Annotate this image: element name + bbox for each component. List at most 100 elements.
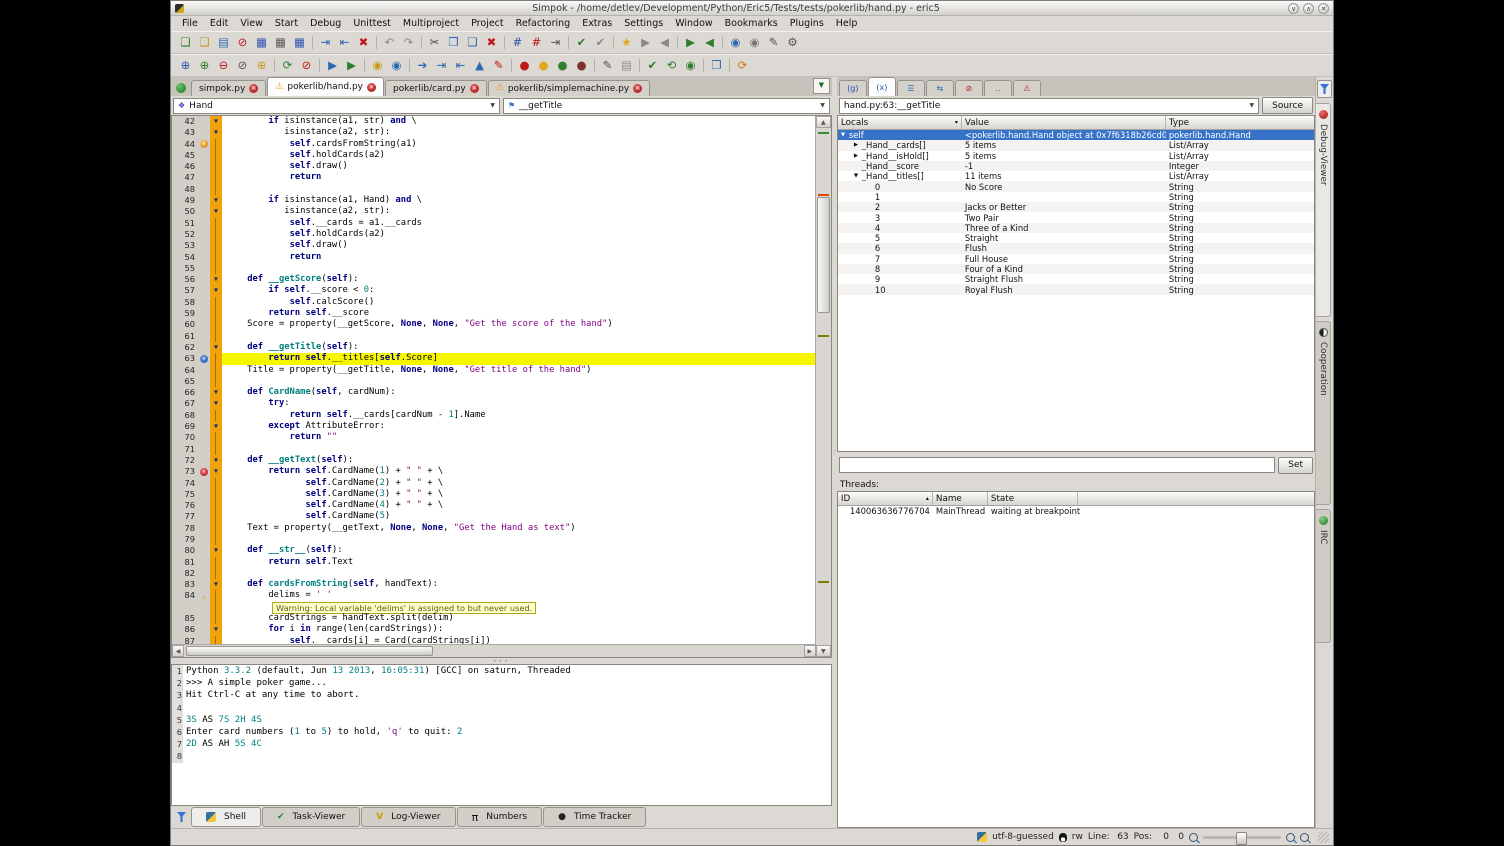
scroll-up-icon[interactable]: ▲ — [816, 116, 831, 128]
marker-margin[interactable] — [198, 500, 210, 511]
title-bar[interactable]: Simpok - /home/detlev/Development/Python… — [171, 1, 1333, 16]
fold-margin[interactable] — [210, 590, 222, 601]
marker-margin[interactable] — [198, 206, 210, 217]
menu-start[interactable]: Start — [269, 18, 304, 29]
collapse-icon[interactable]: ▼ — [841, 132, 849, 138]
breakpoint-edit-icon[interactable]: ⊕ — [252, 57, 271, 74]
fold-margin[interactable] — [210, 534, 222, 545]
uncomment-icon[interactable]: # — [527, 34, 546, 51]
zoom-in-icon[interactable] — [1286, 833, 1295, 842]
fold-margin[interactable]: ▼ — [210, 285, 222, 296]
import-icon[interactable]: ⇤ — [335, 34, 354, 51]
breakpoint-toggle-icon[interactable]: ⊕ — [176, 57, 195, 74]
menu-project[interactable]: Project — [465, 18, 510, 29]
undo-icon[interactable]: ↶ — [380, 34, 399, 51]
fold-margin[interactable] — [210, 557, 222, 568]
fold-margin[interactable] — [210, 218, 222, 229]
maximize-button[interactable]: ∧ — [1303, 3, 1314, 14]
step-out-icon[interactable]: ▲ — [470, 57, 489, 74]
fold-margin[interactable] — [210, 252, 222, 263]
fold-margin[interactable] — [210, 319, 222, 330]
type-column-header[interactable]: Type — [1166, 116, 1314, 129]
run-project-icon[interactable]: ▶ — [342, 57, 361, 74]
editor-horizontal-scrollbar[interactable]: ◀ ▶ — [172, 644, 816, 657]
fold-margin[interactable] — [210, 568, 222, 579]
scrollbar-thumb[interactable] — [817, 197, 830, 313]
locals-row[interactable]: 8Four of a KindString — [838, 264, 1314, 274]
marker-margin[interactable] — [198, 511, 210, 522]
filter-icon[interactable] — [177, 812, 186, 822]
replace-open-files-icon[interactable]: ◉ — [387, 57, 406, 74]
time-tracker-icon[interactable]: ⟳ — [733, 57, 752, 74]
goto-line-icon[interactable]: ✎ — [764, 34, 783, 51]
locals-row[interactable]: 3Two PairString — [838, 212, 1314, 222]
scroll-left-icon[interactable]: ◀ — [172, 645, 184, 657]
stack-frame-combo[interactable]: hand.py:63:__getTitle ▼ — [839, 98, 1259, 114]
save-as-icon[interactable]: ▦ — [271, 34, 290, 51]
spelling-icon[interactable]: ✔ — [572, 34, 591, 51]
fold-margin[interactable]: ▼ — [210, 466, 222, 477]
print-icon[interactable]: ▤ — [214, 34, 233, 51]
web-browser-icon[interactable]: ◉ — [681, 57, 700, 74]
marker-margin[interactable] — [198, 240, 210, 251]
locals-row[interactable]: ▼self<pokerlib.hand.Hand object at 0x7f6… — [838, 130, 1314, 140]
encoding-indicator[interactable]: utf-8-guessed — [992, 832, 1054, 842]
save-icon[interactable]: ▦ — [252, 34, 271, 51]
zoom-slider[interactable] — [1203, 836, 1281, 839]
marker-margin[interactable] — [198, 398, 210, 409]
warning-ball-icon[interactable]: ● — [534, 57, 553, 74]
marker-margin[interactable] — [198, 365, 210, 376]
editor-tab[interactable]: simpok.py✕ — [191, 80, 266, 96]
marker-margin[interactable] — [198, 342, 210, 353]
marker-margin[interactable] — [198, 421, 210, 432]
marker-margin[interactable] — [198, 274, 210, 285]
marker-margin[interactable] — [198, 218, 210, 229]
unittest-icon[interactable]: ✔ — [643, 57, 662, 74]
source-button[interactable]: Source — [1262, 97, 1313, 114]
menu-refactoring[interactable]: Refactoring — [510, 18, 577, 29]
preferences-icon[interactable]: ⚙ — [783, 34, 802, 51]
close-all-icon[interactable]: ✖ — [354, 34, 373, 51]
locals-row[interactable]: 4Three of a KindString — [838, 223, 1314, 233]
fold-margin[interactable]: ▼ — [210, 455, 222, 466]
window-layout-icon[interactable]: ❐ — [707, 57, 726, 74]
save-all-icon[interactable]: ▦ — [290, 34, 309, 51]
local-variables-tab[interactable]: (x) — [868, 77, 896, 96]
marker-margin[interactable] — [198, 624, 210, 635]
breakpoint-next-icon[interactable]: ⊕ — [195, 57, 214, 74]
locals-row[interactable]: 6FlushString — [838, 243, 1314, 253]
marker-margin[interactable] — [198, 150, 210, 161]
collapse-icon[interactable]: ▼ — [854, 173, 862, 179]
marker-margin[interactable] — [198, 285, 210, 296]
search-icon[interactable]: ◉ — [726, 34, 745, 51]
menu-window[interactable]: Window — [669, 18, 718, 29]
fold-margin[interactable] — [210, 297, 222, 308]
marker-margin[interactable] — [198, 489, 210, 500]
close-icon[interactable]: ⊘ — [233, 34, 252, 51]
scroll-down-icon[interactable]: ▼ — [816, 645, 831, 657]
bookmark-prev-icon[interactable]: ◀ — [655, 34, 674, 51]
marker-margin[interactable] — [198, 161, 210, 172]
tab-list-dropdown[interactable]: ▼ — [813, 78, 830, 94]
marker-margin[interactable] — [198, 534, 210, 545]
pencil-icon[interactable]: ✎ — [598, 57, 617, 74]
marker-margin[interactable] — [198, 602, 210, 613]
call-stack-tab[interactable]: ☰ — [897, 80, 925, 96]
call-trace-tab[interactable]: ⇆ — [926, 80, 954, 96]
editor-vertical-scrollbar[interactable]: ▲ ▼ — [815, 116, 831, 657]
close-icon[interactable]: ✕ — [249, 84, 258, 93]
marker-margin[interactable] — [198, 557, 210, 568]
locals-row[interactable]: 7Full HouseString — [838, 254, 1314, 264]
goto-next-icon[interactable]: ▶ — [681, 34, 700, 51]
class-combo[interactable]: ❖ Hand ▼ — [173, 98, 500, 114]
scrollbar-thumb[interactable] — [186, 646, 433, 656]
fold-margin[interactable] — [210, 376, 222, 387]
bottom-tab-task-viewer[interactable]: ✔Task-Viewer — [262, 807, 360, 827]
fold-margin[interactable]: ▼ — [210, 624, 222, 635]
marker-margin[interactable] — [198, 252, 210, 263]
marker-margin[interactable] — [198, 172, 210, 183]
comment-icon[interactable]: # — [508, 34, 527, 51]
editor-tab[interactable]: ⚠pokerlib/simplemachine.py✕ — [488, 80, 650, 96]
marker-margin[interactable] — [198, 444, 210, 455]
continue-ball-icon[interactable]: ● — [553, 57, 572, 74]
